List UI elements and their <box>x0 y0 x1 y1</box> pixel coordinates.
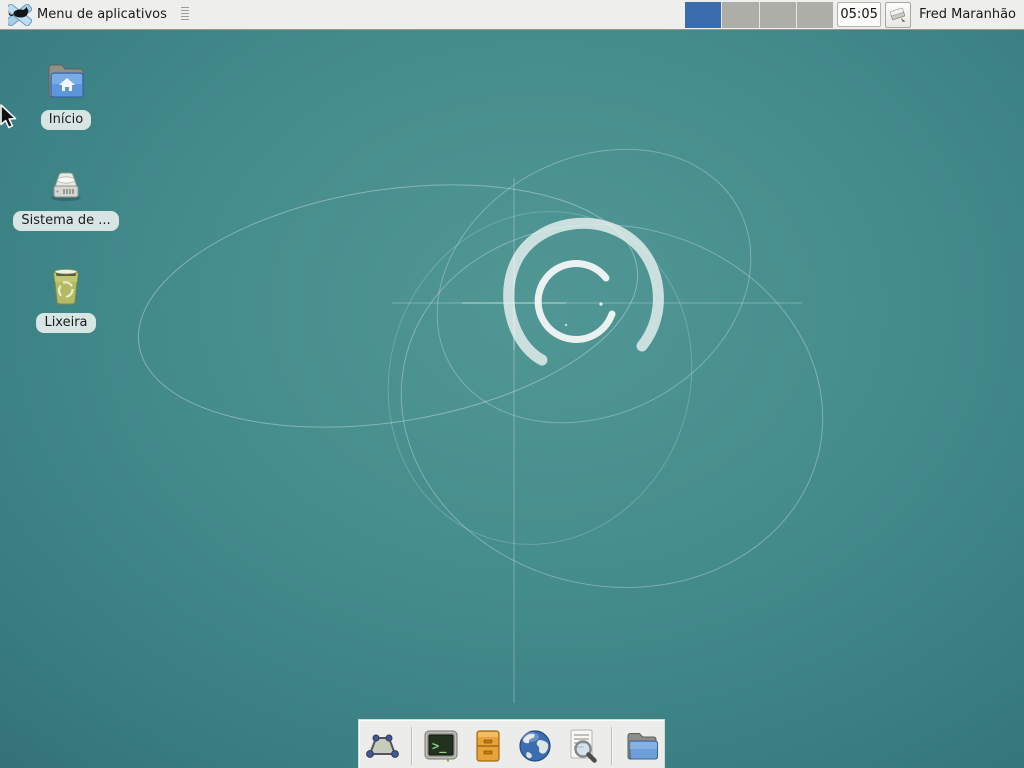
desktop-icon-trash[interactable]: Lixeira <box>0 263 132 333</box>
terminal-launcher[interactable]: >_ <box>420 725 462 767</box>
panel-plugin-button[interactable] <box>885 2 911 28</box>
workspace-button-3[interactable] <box>760 2 797 28</box>
eraser-icon <box>888 5 908 25</box>
wallpaper <box>0 0 1024 768</box>
file-manager-launcher[interactable] <box>620 725 662 767</box>
file-cabinet-launcher[interactable] <box>467 725 509 767</box>
desktop-icon-label: Lixeira <box>36 313 95 333</box>
xfce-logo-icon <box>8 4 32 26</box>
clock-time: 05:05 <box>840 7 877 22</box>
debian-lines-art <box>0 0 1024 768</box>
user-actions-button[interactable]: Fred Maranhão <box>919 7 1018 22</box>
workspace-button-2[interactable] <box>722 2 759 28</box>
application-finder-launcher[interactable] <box>561 725 603 767</box>
show-desktop-icon <box>362 726 402 766</box>
file-cabinet-icon <box>468 726 508 766</box>
workspace-button-1[interactable] <box>685 2 722 28</box>
workspace-button-4[interactable] <box>797 2 833 28</box>
web-browser-launcher[interactable] <box>514 725 556 767</box>
applications-menu-label: Menu de aplicativos <box>37 7 167 22</box>
trash-icon <box>42 263 90 307</box>
dock-separator <box>611 727 612 765</box>
home-folder-icon <box>42 58 90 104</box>
clock[interactable]: 05:05 <box>837 2 881 27</box>
top-panel: Menu de aplicativos 05:05 Fred Maranhão <box>0 0 1024 30</box>
document-search-icon <box>562 726 602 766</box>
debian-swirl <box>509 223 659 360</box>
desktop-icon-label: Início <box>41 110 91 130</box>
mouse-cursor <box>0 103 20 135</box>
file-manager-icon <box>621 726 661 766</box>
show-desktop-button[interactable] <box>361 725 403 767</box>
terminal-icon: >_ <box>421 726 461 766</box>
applications-menu-button[interactable]: Menu de aplicativos <box>6 0 169 29</box>
hard-drive-icon <box>42 161 90 205</box>
workspace-switcher <box>685 2 833 28</box>
web-browser-icon <box>515 726 555 766</box>
terminal-prompt-glyph: >_ <box>432 739 447 754</box>
bottom-dock-panel: >_ <box>358 719 665 768</box>
desktop-icon-label: Sistema de ... <box>13 211 118 231</box>
panel-drag-handle-icon <box>181 7 189 22</box>
dock-separator <box>411 727 412 765</box>
desktop-icon-filesystem[interactable]: Sistema de ... <box>0 161 132 231</box>
